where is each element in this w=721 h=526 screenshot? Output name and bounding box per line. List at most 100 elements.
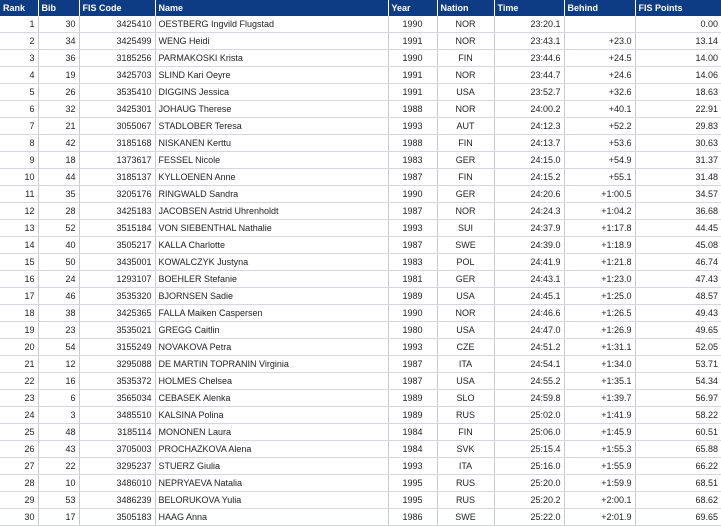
- cell-fis-code: 3535410: [79, 83, 156, 101]
- column-header-behind[interactable]: Behind: [564, 0, 636, 16]
- cell-bib: 35: [38, 185, 80, 203]
- cell-time: 24:46.6: [494, 304, 565, 322]
- table-row[interactable]: 23 6 3565034 CEBASEK Alenka 1989 SLO 24:59.8 +1…: [0, 389, 721, 407]
- table-row[interactable]: 10 44 3185137 KYLLOENEN Anne 1987 FIN 24:15.2 +…: [0, 168, 721, 186]
- cell-rank: 12: [0, 202, 39, 220]
- cell-fis-code: 3425301: [79, 100, 156, 118]
- cell-behind: +1:41.9: [564, 406, 636, 424]
- cell-year: 1990: [388, 185, 438, 203]
- cell-behind: +1:26.5: [564, 304, 636, 322]
- cell-name: HAAG Anna: [155, 508, 389, 526]
- cell-time: 24:12.3: [494, 117, 565, 135]
- cell-time: 23:52.7: [494, 83, 565, 101]
- table-row[interactable]: 30 17 3505183 HAAG Anna 1986 SWE 25:22.0 +2:01.…: [0, 508, 721, 526]
- cell-name: BJORNSEN Sadie: [155, 287, 389, 305]
- cell-name: NEPRYAEVA Natalia: [155, 474, 389, 492]
- cell-fis-code: 3505217: [79, 236, 156, 254]
- table-row[interactable]: 20 54 3155249 NOVAKOVA Petra 1993 CZE 24:51.2 +…: [0, 338, 721, 356]
- cell-rank: 27: [0, 457, 39, 475]
- table-row[interactable]: 19 23 3535021 GREGG Caitlin 1980 USA 24:47.0 +1…: [0, 321, 721, 339]
- cell-nation: POL: [437, 253, 495, 271]
- table-row[interactable]: 26 43 3705003 PROCHAZKOVA Alena 1984 SVK 25:15…: [0, 440, 721, 458]
- cell-rank: 3: [0, 49, 39, 67]
- cell-behind: +1:00.5: [564, 185, 636, 203]
- table-row[interactable]: 4 19 3425703 SLIND Kari Oeyre 1991 NOR 23:44.7…: [0, 66, 721, 84]
- cell-rank: 7: [0, 117, 39, 135]
- cell-rank: 19: [0, 321, 39, 339]
- table-row[interactable]: 27 22 3295237 STUERZ Giulia 1993 ITA 25:16.0 +1…: [0, 457, 721, 475]
- table-row[interactable]: 28 10 3486010 NEPRYAEVA Natalia 1995 RUS 25:20…: [0, 474, 721, 492]
- cell-time: 24:47.0: [494, 321, 565, 339]
- cell-fis-code: 3505183: [79, 508, 156, 526]
- table-row[interactable]: 6 32 3425301 JOHAUG Therese 1988 NOR 24:00.2 +4…: [0, 100, 721, 118]
- cell-year: 1995: [388, 491, 438, 509]
- cell-nation: FIN: [437, 134, 495, 152]
- table-row[interactable]: 24 3 3485510 KALSINA Polina 1989 RUS 25:02.0 +1…: [0, 406, 721, 424]
- cell-behind: +32.6: [564, 83, 636, 101]
- column-header-fis-points[interactable]: FIS Points: [635, 0, 721, 16]
- cell-fis-points: 29.83: [635, 117, 721, 135]
- cell-bib: 18: [38, 151, 80, 169]
- table-row[interactable]: 14 40 3505217 KALLA Charlotte 1987 SWE 24:39.0…: [0, 236, 721, 254]
- cell-year: 1993: [388, 117, 438, 135]
- table-row[interactable]: 8 42 3185168 NISKANEN Kerttu 1988 FIN 24:13.7 +…: [0, 134, 721, 152]
- cell-fis-code: 3425365: [79, 304, 156, 322]
- table-row[interactable]: 22 16 3535372 HOLMES Chelsea 1987 USA 24:55.2 +…: [0, 372, 721, 390]
- cell-bib: 19: [38, 66, 80, 84]
- table-row[interactable]: 17 46 3535320 BJORNSEN Sadie 1989 USA 24:45.1 +…: [0, 287, 721, 305]
- cell-rank: 25: [0, 423, 39, 441]
- cell-fis-points: 18.63: [635, 83, 721, 101]
- cell-nation: USA: [437, 83, 495, 101]
- cell-bib: 21: [38, 117, 80, 135]
- cell-nation: NOR: [437, 32, 495, 50]
- table-row[interactable]: 18 38 3425365 FALLA Maiken Caspersen 1990 NOR…: [0, 304, 721, 322]
- cell-fis-points: 49.65: [635, 321, 721, 339]
- column-header-bib[interactable]: Bib: [38, 0, 80, 16]
- cell-time: 24:15.0: [494, 151, 565, 169]
- cell-behind: +1:59.9: [564, 474, 636, 492]
- cell-nation: FIN: [437, 423, 495, 441]
- table-row[interactable]: 5 26 3535410 DIGGINS Jessica 1991 USA 23:52.7 +…: [0, 83, 721, 101]
- table-row[interactable]: 9 18 1373617 FESSEL Nicole 1983 GER 24:15.0 +54…: [0, 151, 721, 169]
- cell-bib: 53: [38, 491, 80, 509]
- table-row[interactable]: 29 53 3486239 BELORUKOVA Yulia 1995 RUS 25:20.…: [0, 491, 721, 509]
- table-row[interactable]: 1 30 3425410 OESTBERG Ingvild Flugstad 1990 N…: [0, 16, 721, 33]
- cell-nation: NOR: [437, 304, 495, 322]
- cell-fis-points: 45.08: [635, 236, 721, 254]
- table-row[interactable]: 2 34 3425499 WENG Heidi 1991 NOR 23:43.1 +23.0 1…: [0, 32, 721, 50]
- table-row[interactable]: 13 52 3515184 VON SIEBENTHAL Nathalie 1993 SU…: [0, 219, 721, 237]
- cell-bib: 32: [38, 100, 80, 118]
- cell-nation: GER: [437, 151, 495, 169]
- table-row[interactable]: 11 35 3205176 RINGWALD Sandra 1990 GER 24:20.6…: [0, 185, 721, 203]
- cell-rank: 8: [0, 134, 39, 152]
- column-header-name[interactable]: Name: [155, 0, 389, 16]
- cell-behind: +55.1: [564, 168, 636, 186]
- table-row[interactable]: 25 48 3185114 MONONEN Laura 1984 FIN 25:06.0 +1…: [0, 423, 721, 441]
- cell-year: 1989: [388, 389, 438, 407]
- cell-behind: +1:17.8: [564, 219, 636, 237]
- table-row[interactable]: 15 50 3435001 KOWALCZYK Justyna 1983 POL 24:41…: [0, 253, 721, 271]
- table-row[interactable]: 21 12 3295088 DE MARTIN TOPRANIN Virginia 19…: [0, 355, 721, 373]
- cell-name: DE MARTIN TOPRANIN Virginia: [155, 355, 389, 373]
- column-header-nation[interactable]: Nation: [437, 0, 495, 16]
- cell-fis-code: 3185168: [79, 134, 156, 152]
- cell-fis-points: 69.65: [635, 508, 721, 526]
- cell-year: 1989: [388, 406, 438, 424]
- cell-behind: +1:35.1: [564, 372, 636, 390]
- column-header-fis-code[interactable]: FIS Code: [79, 0, 156, 16]
- table-row[interactable]: 3 36 3185256 PARMAKOSKI Krista 1990 FIN 23:44.…: [0, 49, 721, 67]
- column-header-rank[interactable]: Rank: [0, 0, 39, 16]
- cell-fis-points: 0.00: [635, 16, 721, 33]
- column-header-year[interactable]: Year: [388, 0, 438, 16]
- cell-year: 1987: [388, 202, 438, 220]
- column-header-time[interactable]: Time: [494, 0, 565, 16]
- table-header-row: Rank Bib FIS Code Name Year Nation Time Behind F…: [0, 0, 721, 16]
- table-row[interactable]: 16 24 1293107 BOEHLER Stefanie 1981 GER 24:43.…: [0, 270, 721, 288]
- cell-name: RINGWALD Sandra: [155, 185, 389, 203]
- cell-name: HOLMES Chelsea: [155, 372, 389, 390]
- cell-fis-points: 49.43: [635, 304, 721, 322]
- table-row[interactable]: 12 28 3425183 JACOBSEN Astrid Uhrenholdt 198…: [0, 202, 721, 220]
- cell-behind: +1:26.9: [564, 321, 636, 339]
- table-row[interactable]: 7 21 3055067 STADLOBER Teresa 1993 AUT 24:12.3…: [0, 117, 721, 135]
- cell-behind: +23.0: [564, 32, 636, 50]
